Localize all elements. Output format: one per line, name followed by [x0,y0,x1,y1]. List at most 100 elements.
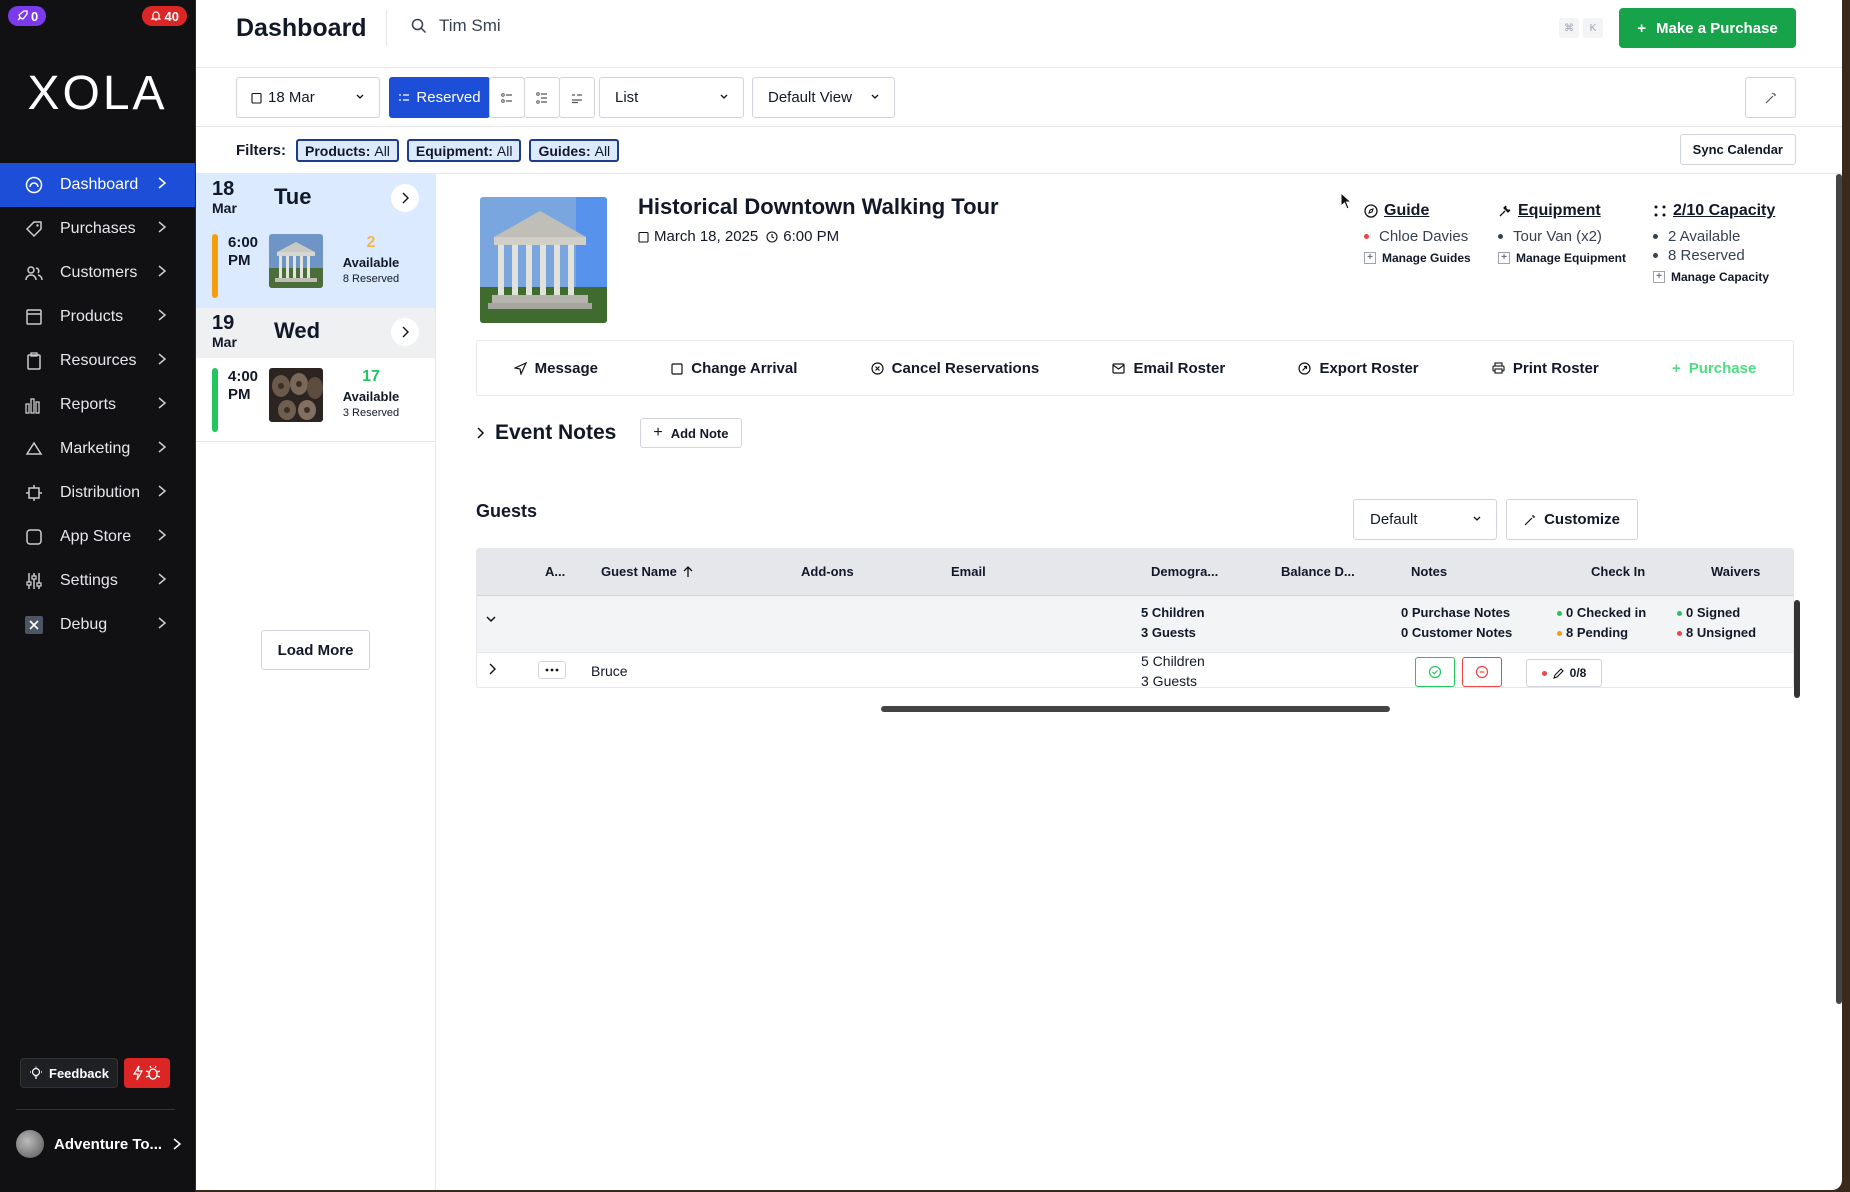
view-mode-select[interactable]: List [599,77,744,118]
chevron-right-icon [402,326,409,338]
col-header-waivers[interactable]: Waivers [1711,564,1760,579]
plus-icon: + [1637,19,1646,37]
day-header[interactable]: 19 Mar Wed [196,308,435,358]
compact-view-button[interactable] [559,77,595,118]
col-header-notes[interactable]: Notes [1411,564,1447,579]
sidebar-item-marketing[interactable]: Marketing [0,427,195,471]
manage-capacity-link[interactable]: + Manage Capacity [1653,270,1775,284]
reserved-toggle[interactable]: Reserved [389,77,490,118]
open-day-button[interactable] [391,184,419,212]
distribution-icon [24,483,44,503]
row-menu-button[interactable] [538,661,566,679]
customize-button[interactable]: Customize [1506,499,1638,540]
date-picker[interactable]: 18 Mar [236,77,380,118]
grouped-view-button[interactable] [524,77,560,118]
report-bug-button[interactable] [123,1058,170,1088]
capacity-heading[interactable]: 2/10 Capacity [1653,202,1775,220]
sidebar-item-purchases[interactable]: Purchases [0,207,195,251]
table-vertical-scrollbar[interactable] [1794,600,1800,698]
check-in-button[interactable] [1415,657,1455,687]
account-switcher[interactable]: Adventure To... [16,1130,182,1158]
filter-chip-equipment[interactable]: Equipment: All [406,139,522,162]
guide-heading[interactable]: Guide [1364,202,1471,220]
page-scrollbar[interactable] [1836,174,1842,1004]
cancel-reservations-button[interactable]: Cancel Reservations [871,360,1039,377]
top-bar: Dashboard Tim Smi ⌘ K + Make a Purchase [196,0,1842,68]
search-input[interactable]: Tim Smi [439,16,501,36]
sidebar-item-dashboard[interactable]: Dashboard [0,163,195,207]
reserved-count: 3 Reserved [342,407,400,419]
sidebar-item-customers[interactable]: Customers [0,251,195,295]
equipment-heading[interactable]: Equipment [1498,202,1626,220]
email-roster-button[interactable]: Email Roster [1112,360,1225,377]
sync-calendar-button[interactable]: Sync Calendar [1679,134,1796,165]
sidebar-item-distribution[interactable]: Distribution [0,471,195,515]
sidebar-item-debug[interactable]: Debug [0,603,195,647]
guest-count: 3 Guests [1141,673,1198,688]
x-circle-icon [871,361,884,375]
chevron-right-icon[interactable] [476,426,485,440]
day-weekday: Wed [274,318,321,343]
sidebar-item-reports[interactable]: Reports [0,383,195,427]
summary-check-in: 0 Checked in 8 Pending [1557,603,1646,643]
manage-equipment-link[interactable]: + Manage Equipment [1498,251,1626,265]
sidebar-item-products[interactable]: Products [0,295,195,339]
guests-view-select[interactable]: Default [1353,499,1497,540]
global-search[interactable]: Tim Smi [411,16,501,36]
export-roster-button[interactable]: Export Roster [1298,360,1419,377]
table-horizontal-scrollbar[interactable] [881,706,1390,712]
chevron-down-icon [356,94,364,99]
sidebar-item-label: Debug [60,616,108,633]
sidebar-item-settings[interactable]: Settings [0,559,195,603]
table-row[interactable]: Bruce 5 Children 3 Guests 0/8 [477,653,1793,688]
list-view-button[interactable] [489,77,525,118]
filter-chip-guides[interactable]: Guides: All [529,139,620,162]
sidebar-item-label: Settings [60,572,118,589]
filter-chip-products[interactable]: Products: All [296,139,399,162]
col-header-demographics[interactable]: Demogra... [1151,564,1218,579]
plus-icon: + [1671,359,1681,377]
alerts-badge[interactable]: 40 [141,6,187,26]
day-month: Mar [212,334,237,350]
lightning-icon [132,1065,143,1081]
print-roster-button[interactable]: Print Roster [1492,360,1599,377]
xola-logo[interactable]: XOLA [0,66,195,121]
col-header-add-ons[interactable]: Add-ons [801,564,854,579]
col-header-check-in[interactable]: Check In [1591,564,1645,579]
message-button[interactable]: Message [513,360,598,377]
load-more-button[interactable]: Load More [261,630,370,670]
chevron-down-icon[interactable] [485,614,497,624]
day-header[interactable]: 18 Mar Tue [196,174,435,224]
waiver-status-button[interactable]: 0/8 [1526,659,1602,687]
feedback-label: Feedback [49,1065,109,1081]
search-icon [411,18,427,34]
change-arrival-button[interactable]: Change Arrival [671,360,797,377]
col-header-guest-name[interactable]: Guest Name [601,564,693,579]
dashboard-icon [24,175,44,195]
col-header-a[interactable]: A... [545,564,565,579]
event-item[interactable]: 4:00 PM 17 Available 3 Reserved [196,358,435,442]
purchase-button[interactable]: + Purchase [1672,360,1756,377]
col-header-balance-due[interactable]: Balance D... [1281,564,1355,579]
no-show-button[interactable] [1462,657,1502,687]
chevron-right-icon [158,529,167,541]
open-day-button[interactable] [391,318,419,346]
feedback-button[interactable]: Feedback [20,1058,118,1088]
reserved-label: Reserved [416,89,481,106]
manage-guides-link[interactable]: + Manage Guides [1364,251,1471,265]
sidebar-item-resources[interactable]: Resources [0,339,195,383]
magic-wand-button[interactable] [1745,77,1796,118]
chevron-right-icon[interactable] [488,663,496,675]
guest-name[interactable]: Bruce [591,661,628,681]
sidebar-item-app-store[interactable]: App Store [0,515,195,559]
chevron-right-icon [158,177,167,189]
calendar-icon [671,362,683,375]
event-item[interactable]: 6:00 PM 2 Available 8 Reserved [196,224,435,308]
notifications-badge[interactable]: 0 [8,6,47,26]
summary-checked-in: 0 Checked in [1557,603,1646,623]
add-note-button[interactable]: + Add Note [640,418,742,448]
mail-icon [1112,362,1126,374]
col-header-email[interactable]: Email [951,564,986,579]
make-purchase-button[interactable]: + Make a Purchase [1619,8,1796,48]
saved-view-select[interactable]: Default View [752,77,895,118]
